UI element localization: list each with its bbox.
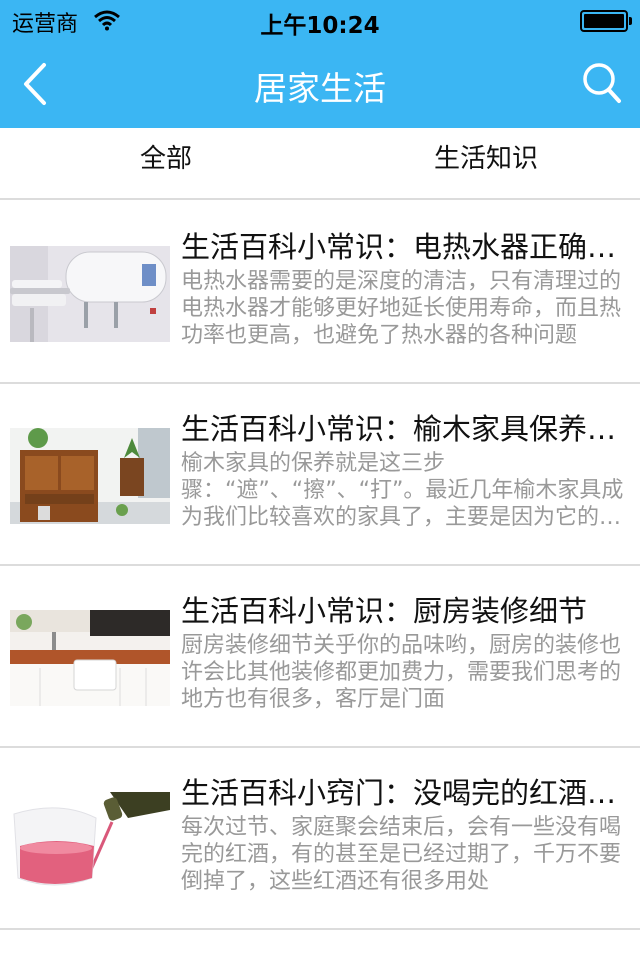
red-wine-thumbnail [10, 792, 170, 888]
list-item[interactable]: 生活百科小常识：榆木家具保养方法 榆木家具的保养就是这三步骤：“遮”、“擦”、“… [0, 384, 640, 566]
kitchen-thumbnail [10, 610, 170, 706]
article-list: 生活百科小常识：电热水器正确清洗方法 电热水器需要的是深度的清洁，只有清理过的电… [0, 202, 640, 930]
article-summary: 电热水器需要的是深度的清洁，只有清理过的电热水器才能够更好地延长使用寿命，而且热… [181, 269, 622, 348]
status-bar: 运营商 上午10:24 [0, 0, 640, 40]
water-heater-thumbnail [10, 246, 170, 342]
battery-icon [580, 10, 632, 32]
article-summary: 厨房装修细节关乎你的品味哟，厨房的装修也许会比其他装修都更加费力，需要我们思考的… [181, 633, 622, 712]
article-title: 生活百科小常识：榆木家具保养方法 [181, 412, 631, 446]
list-item[interactable]: 生活百科小窍门：没喝完的红酒妙用 每次过节、家庭聚会结束后，会有一些没有喝完的红… [0, 748, 640, 930]
page-title: 居家生活 [254, 69, 386, 108]
tab-all[interactable]: 全部 [0, 128, 332, 200]
header: 运营商 上午10:24 居家生活 [0, 0, 640, 128]
article-title: 生活百科小常识：电热水器正确清洗方法 [181, 230, 631, 264]
search-button[interactable] [580, 60, 624, 106]
tab-life-knowledge[interactable]: 生活知识 [326, 128, 640, 200]
search-icon [583, 63, 621, 103]
nav-bar: 居家生活 [0, 40, 640, 128]
article-summary: 每次过节、家庭聚会结束后，会有一些没有喝完的红酒，有的甚至是已经过期了，千万不要… [181, 815, 622, 894]
article-title: 生活百科小常识：厨房装修细节 [181, 594, 588, 628]
article-summary: 榆木家具的保养就是这三步骤：“遮”、“擦”、“打”。最近几年榆木家具成为我们比较… [181, 451, 624, 530]
status-time: 上午10:24 [260, 13, 380, 39]
elm-furniture-thumbnail [10, 428, 170, 524]
article-title: 生活百科小窍门：没喝完的红酒妙用 [181, 776, 631, 810]
list-item[interactable]: 生活百科小常识：电热水器正确清洗方法 电热水器需要的是深度的清洁，只有清理过的电… [0, 202, 640, 384]
category-tabs: 全部 生活知识 [0, 128, 640, 200]
list-item[interactable]: 生活百科小常识：厨房装修细节 厨房装修细节关乎你的品味哟，厨房的装修也许会比其他… [0, 566, 640, 748]
